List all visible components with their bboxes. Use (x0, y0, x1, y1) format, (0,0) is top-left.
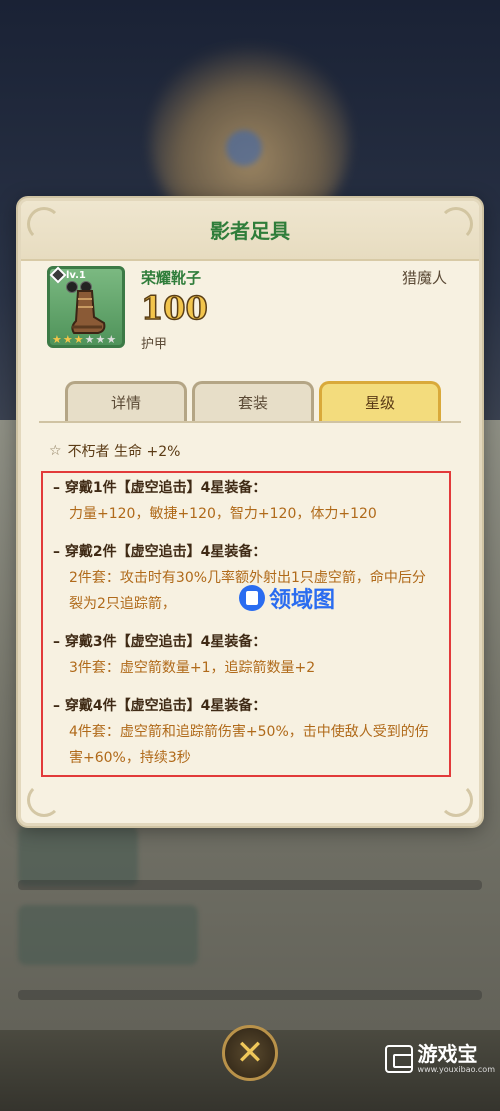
set-entry: – 穿戴4件【虚空追击】4星装备： 4件套：虚空箭和追踪箭伤害+50%，击中使敌… (53, 695, 439, 771)
tab-set[interactable]: 套装 (192, 381, 314, 421)
backdrop-creature-eye (226, 130, 262, 166)
corner-ornament (439, 783, 473, 817)
star-outline-icon: ☆ (49, 443, 62, 459)
backdrop-slot-row (18, 826, 138, 886)
set-entry-head: – 穿戴4件【虚空追击】4星装备： (53, 698, 267, 714)
corner-ornament (27, 783, 61, 817)
star-filled-icon: ★ (52, 333, 62, 346)
tab-details[interactable]: 详情 (65, 381, 187, 421)
level-text: lv.1 (66, 269, 86, 281)
tab-divider (39, 421, 461, 423)
gamepad-icon (385, 1045, 413, 1073)
armor-label: 护甲 (141, 337, 168, 352)
close-x-icon: ✕ (235, 1033, 265, 1073)
star-rating: ★ ★ ★ ★ ★ ★ (52, 334, 116, 345)
set-entry-head: – 穿戴3件【虚空追击】4星装备： (53, 634, 267, 650)
boot-icon (71, 290, 106, 334)
backdrop-divider (18, 990, 482, 1000)
armor-value: 100 (140, 288, 208, 328)
set-entry-head: – 穿戴2件【虚空追击】4星装备： (53, 544, 267, 560)
set-entry-desc: 2件套：攻击时有30%几率额外射出1只虚空箭，命中后分裂为2只追踪箭， (69, 570, 426, 612)
panel-title: 影者足具 (210, 219, 290, 243)
watermark-url: www.youxibao.com (417, 1065, 495, 1074)
backdrop-divider (18, 880, 482, 890)
set-entry: – 穿戴1件【虚空追击】4星装备： 力量+120，敏捷+120，智力+120，体… (53, 477, 439, 527)
star-empty-icon: ★ (106, 333, 117, 346)
item-class: 猎魔人 (401, 269, 447, 287)
item-detail-panel: 影者足具 lv.1 ★ ★ ★ ★ ★ ★ 荣耀靴子 猎魔人 100 护甲 详情… (18, 198, 482, 826)
diamond-icon (49, 266, 67, 284)
star-filled-icon: ★ (73, 333, 84, 346)
close-button[interactable]: ✕ (222, 1025, 278, 1081)
item-icon: lv.1 ★ ★ ★ ★ ★ ★ (47, 266, 125, 348)
set-entry: – 穿戴3件【虚空追击】4星装备： 3件套：虚空箭数量+1，追踪箭数量+2 (53, 631, 439, 681)
tab-star-level[interactable]: 星级 (319, 381, 441, 421)
star-empty-icon: ★ (95, 333, 106, 346)
level-badge: lv.1 (49, 266, 86, 284)
tab-bar: 详情 套装 星级 (65, 381, 441, 421)
watermark-title: 游戏宝 (417, 1042, 478, 1066)
star-bonus-text: 不朽者 生命 +2% (67, 444, 181, 460)
star-filled-icon: ★ (62, 333, 73, 346)
set-entry-head: – 穿戴1件【虚空追击】4星装备： (53, 480, 267, 496)
star-empty-icon: ★ (84, 333, 95, 346)
site-watermark: 游戏宝 www.youxibao.com (385, 1040, 495, 1078)
star-bonus: ☆ 不朽者 生命 +2% (49, 441, 180, 461)
set-entry: – 穿戴2件【虚空追击】4星装备： 2件套：攻击时有30%几率额外射出1只虚空箭… (53, 541, 439, 617)
set-entry-desc: 3件套：虚空箭数量+1，追踪箭数量+2 (69, 660, 316, 676)
set-entry-desc: 4件套：虚空箭和追踪箭伤害+50%，击中使敌人受到的伤害+60%，持续3秒 (69, 724, 429, 766)
item-name: 荣耀靴子 (141, 269, 202, 287)
backdrop-slot-row (18, 905, 198, 965)
set-entry-desc: 力量+120，敏捷+120，智力+120，体力+120 (69, 506, 377, 522)
set-bonus-list: – 穿戴1件【虚空追击】4星装备： 力量+120，敏捷+120，智力+120，体… (41, 471, 451, 777)
